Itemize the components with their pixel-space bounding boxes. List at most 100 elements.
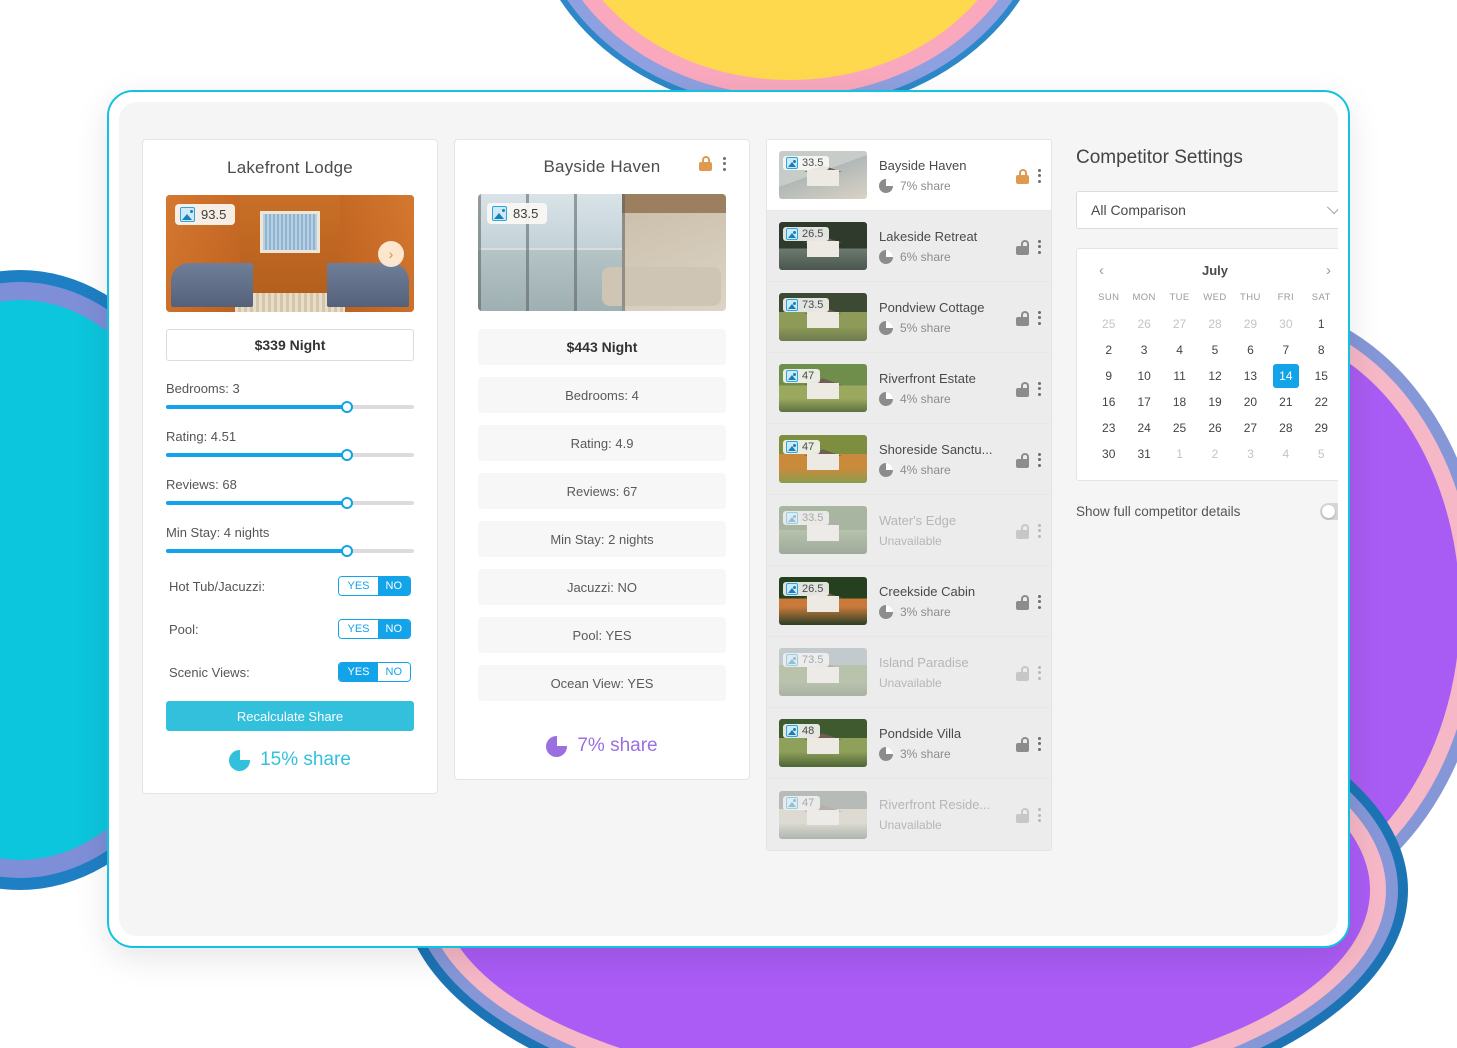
list-item[interactable]: 48 Pondside Villa 3% share <box>767 708 1051 779</box>
calendar-grid[interactable]: SUN MON TUE WED THU FRI SAT 25 26 27 28 29 30 1 2 3 4 5 6 7… <box>1091 288 1338 466</box>
calendar-day[interactable]: 28 <box>1268 416 1303 440</box>
lock-open-icon[interactable] <box>1016 452 1029 468</box>
slider-bedrooms-knob[interactable] <box>341 401 354 413</box>
calendar-day[interactable]: 21 <box>1268 390 1303 414</box>
lock-closed-icon[interactable] <box>699 156 712 171</box>
calendar-day[interactable]: 7 <box>1268 338 1303 362</box>
slider-min-stay-knob[interactable] <box>341 545 354 557</box>
calendar-day[interactable]: 22 <box>1304 390 1338 414</box>
lock-open-icon[interactable] <box>1016 310 1029 326</box>
toggle-hot-tub-no[interactable]: NO <box>377 577 410 595</box>
calendar-day[interactable]: 9 <box>1091 364 1126 388</box>
lock-open-icon[interactable] <box>1016 239 1029 255</box>
calendar-day[interactable]: 16 <box>1091 390 1126 414</box>
comparison-select[interactable]: All Comparison <box>1076 191 1338 229</box>
calendar-day[interactable]: 25 <box>1091 312 1126 336</box>
lock-closed-icon[interactable] <box>1016 168 1029 184</box>
calendar-day[interactable]: 30 <box>1268 312 1303 336</box>
calendar-day[interactable]: 24 <box>1126 416 1161 440</box>
more-options-icon[interactable] <box>1038 665 1041 680</box>
list-item[interactable]: 73.5 Island Paradise Unavailable <box>767 637 1051 708</box>
list-item[interactable]: 26.5 Creekside Cabin 3% share <box>767 566 1051 637</box>
list-item-thumbnail[interactable]: 48 <box>779 719 867 767</box>
list-item[interactable]: 33.5 Water's Edge Unavailable <box>767 495 1051 566</box>
toggle-pool-no[interactable]: NO <box>377 620 410 638</box>
list-item[interactable]: 47 Riverfront Estate 4% share <box>767 353 1051 424</box>
slider-reviews-track[interactable] <box>166 497 414 509</box>
calendar-day[interactable]: 3 <box>1126 338 1161 362</box>
calendar-next-icon[interactable]: › <box>1322 263 1335 278</box>
subject-photo[interactable]: 93.5 › <box>166 195 414 312</box>
calendar-prev-icon[interactable]: ‹ <box>1095 263 1108 278</box>
photo-next-icon[interactable]: › <box>378 240 404 267</box>
calendar-day[interactable]: 18 <box>1162 390 1197 414</box>
lock-open-icon[interactable] <box>1016 665 1029 681</box>
list-item-thumbnail[interactable]: 47 <box>779 435 867 483</box>
calendar-day[interactable]: 28 <box>1197 312 1232 336</box>
lock-open-icon[interactable] <box>1016 736 1029 752</box>
calendar-day[interactable]: 11 <box>1162 364 1197 388</box>
calendar-day[interactable]: 1 <box>1304 312 1338 336</box>
more-options-icon[interactable] <box>1038 808 1041 822</box>
calendar-day[interactable]: 31 <box>1126 442 1161 466</box>
calendar-day[interactable]: 5 <box>1197 338 1232 362</box>
calendar-day[interactable]: 27 <box>1233 416 1268 440</box>
list-item-thumbnail[interactable]: 73.5 <box>779 293 867 341</box>
calendar-day[interactable]: 15 <box>1304 364 1338 388</box>
calendar-day[interactable]: 17 <box>1126 390 1161 414</box>
list-item-thumbnail[interactable]: 26.5 <box>779 577 867 625</box>
more-options-icon[interactable] <box>1038 168 1041 183</box>
competitor-list[interactable]: 33.5 Bayside Haven 7% share 26.5 Lakeside Re… <box>766 139 1052 851</box>
more-options-icon[interactable] <box>1038 452 1041 467</box>
competitor-photo[interactable]: 83.5 <box>478 194 726 311</box>
list-item-thumbnail[interactable]: 73.5 <box>779 648 867 696</box>
calendar-day[interactable]: 10 <box>1126 364 1161 388</box>
calendar-day[interactable]: 13 <box>1233 364 1268 388</box>
calendar-day[interactable]: 29 <box>1233 312 1268 336</box>
calendar-day[interactable]: 26 <box>1126 312 1161 336</box>
calendar-day[interactable]: 1 <box>1162 442 1197 466</box>
recalculate-share-button[interactable]: Recalculate Share <box>166 701 414 731</box>
calendar-day[interactable]: 12 <box>1197 364 1232 388</box>
more-options-icon[interactable] <box>1038 310 1041 325</box>
toggle-scenic-views-no[interactable]: NO <box>377 663 410 681</box>
calendar-day[interactable]: 2 <box>1197 442 1232 466</box>
calendar-day[interactable]: 20 <box>1233 390 1268 414</box>
lock-open-icon[interactable] <box>1016 594 1029 610</box>
list-item-thumbnail[interactable]: 26.5 <box>779 222 867 270</box>
list-item[interactable]: 47 Riverfront Reside... Unavailable <box>767 779 1051 850</box>
list-item-thumbnail[interactable]: 47 <box>779 790 867 839</box>
slider-reviews-knob[interactable] <box>341 497 354 509</box>
toggle-scenic-views-yes[interactable]: YES <box>339 663 378 681</box>
more-options-icon[interactable] <box>1038 736 1041 751</box>
more-options-icon[interactable] <box>1038 239 1041 254</box>
list-item-thumbnail[interactable]: 33.5 <box>779 506 867 554</box>
slider-rating-knob[interactable] <box>341 449 354 461</box>
lock-open-icon[interactable] <box>1016 523 1029 539</box>
toggle-hot-tub[interactable]: YES NO <box>338 576 411 596</box>
more-options-icon[interactable] <box>1038 594 1041 609</box>
calendar-day[interactable]: 4 <box>1162 338 1197 362</box>
calendar-day[interactable]: 25 <box>1162 416 1197 440</box>
list-item[interactable]: 47 Shoreside Sanctu... 4% share <box>767 424 1051 495</box>
list-item-thumbnail[interactable]: 33.5 <box>779 151 867 199</box>
calendar-day[interactable]: 30 <box>1091 442 1126 466</box>
calendar-day-selected[interactable]: 14 <box>1272 364 1299 388</box>
calendar-day[interactable]: 5 <box>1304 442 1338 466</box>
list-item-thumbnail[interactable]: 47 <box>779 364 867 412</box>
calendar-day[interactable]: 8 <box>1304 338 1338 362</box>
more-options-icon[interactable] <box>1038 523 1041 538</box>
list-item[interactable]: 33.5 Bayside Haven 7% share <box>767 140 1051 211</box>
calendar-day[interactable]: 6 <box>1233 338 1268 362</box>
slider-min-stay-track[interactable] <box>166 545 414 557</box>
list-item[interactable]: 26.5 Lakeside Retreat 6% share <box>767 211 1051 282</box>
toggle-scenic-views[interactable]: YES NO <box>338 662 411 682</box>
toggle-hot-tub-yes[interactable]: YES <box>339 577 378 595</box>
toggle-pool[interactable]: YES NO <box>338 619 411 639</box>
slider-rating-track[interactable] <box>166 449 414 461</box>
toggle-pool-yes[interactable]: YES <box>339 620 378 638</box>
calendar-day[interactable]: 4 <box>1268 442 1303 466</box>
lock-open-icon[interactable] <box>1016 381 1029 397</box>
show-full-details-switch[interactable] <box>1320 503 1338 520</box>
list-item[interactable]: 73.5 Pondview Cottage 5% share <box>767 282 1051 353</box>
